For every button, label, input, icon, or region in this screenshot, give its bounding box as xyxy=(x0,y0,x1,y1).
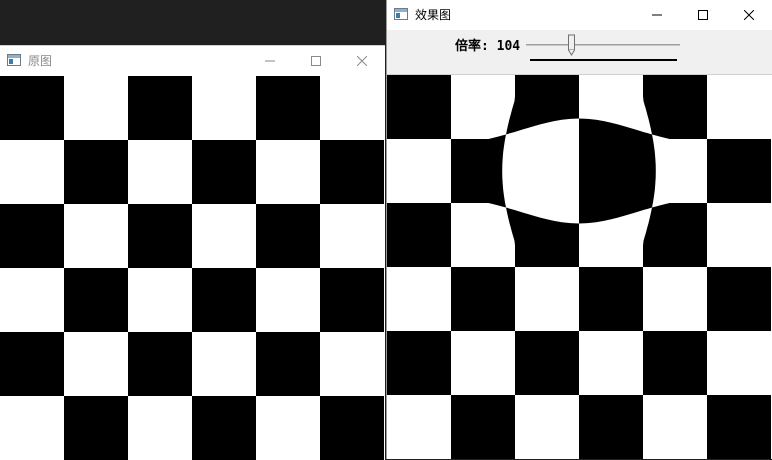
checker-cell-dark xyxy=(0,204,64,268)
window-app-icon xyxy=(394,8,408,20)
original-image-view xyxy=(0,76,385,460)
slider-thumb[interactable] xyxy=(568,34,575,56)
trackbar-label: 倍率: 104 xyxy=(455,39,521,54)
close-button[interactable] xyxy=(339,46,385,76)
window-title: 原图 xyxy=(28,54,53,68)
checker-cell-dark xyxy=(579,118,656,224)
minimize-button[interactable] xyxy=(247,46,293,76)
maximize-icon xyxy=(698,10,708,20)
checker-cell-dark xyxy=(64,268,128,332)
checker-cell-dark xyxy=(387,75,451,139)
minimize-button[interactable] xyxy=(634,0,680,30)
checker-cell-dark xyxy=(256,76,320,140)
checker-cell-dark xyxy=(320,268,384,332)
checker-cell-dark xyxy=(128,332,192,396)
checker-cell-dark xyxy=(707,395,771,459)
checker-cell-dark xyxy=(707,267,771,331)
checker-cell-dark xyxy=(451,134,506,208)
close-button[interactable] xyxy=(726,0,772,30)
maximize-icon xyxy=(311,56,321,66)
checker-cell-dark xyxy=(643,331,707,395)
checker-cell-dark xyxy=(643,203,707,267)
trackbar-panel: 倍率: 104 xyxy=(387,30,772,75)
close-icon xyxy=(357,56,367,66)
checker-cell-dark xyxy=(579,395,643,459)
checker-cell-dark xyxy=(320,140,384,204)
checker-cell-dark xyxy=(515,331,579,395)
checker-cell-dark xyxy=(451,267,515,331)
minimize-icon xyxy=(652,14,662,16)
checker-cell-dark xyxy=(64,396,128,460)
original-image-window: 原图 xyxy=(0,45,385,460)
checkerboard-image xyxy=(0,76,385,460)
checker-cell-dark xyxy=(192,396,256,460)
checker-cell-dark xyxy=(192,140,256,204)
maximize-button[interactable] xyxy=(293,46,339,76)
maximize-button[interactable] xyxy=(680,0,726,30)
checker-cell-dark xyxy=(387,331,451,395)
checker-cell-dark xyxy=(643,75,707,139)
original-window-titlebar[interactable]: 原图 xyxy=(0,46,385,76)
checker-cell-dark xyxy=(0,332,64,396)
effect-image-window: 效果图 倍率: 104 xyxy=(386,0,772,459)
distorted-checkerboard-image xyxy=(387,75,772,459)
checker-cell-dark xyxy=(579,267,643,331)
window-title: 效果图 xyxy=(415,8,452,22)
checker-cell-dark xyxy=(0,76,64,140)
checker-cell-dark xyxy=(451,395,515,459)
checker-cell-dark xyxy=(387,203,451,267)
window-app-icon xyxy=(7,54,21,66)
trackbar-underline xyxy=(530,59,677,61)
checker-cell-dark xyxy=(707,139,771,203)
minimize-icon xyxy=(265,60,275,62)
checker-cell-dark xyxy=(128,76,192,140)
checker-cell-dark xyxy=(128,204,192,268)
checker-cell-dark xyxy=(320,396,384,460)
close-icon xyxy=(744,10,754,20)
effect-window-titlebar[interactable]: 效果图 xyxy=(387,0,772,30)
checker-cell-dark xyxy=(64,140,128,204)
effect-image-view xyxy=(387,75,772,459)
checker-cell-dark xyxy=(256,204,320,268)
checker-cell-dark xyxy=(192,268,256,332)
checker-cell-dark xyxy=(256,332,320,396)
